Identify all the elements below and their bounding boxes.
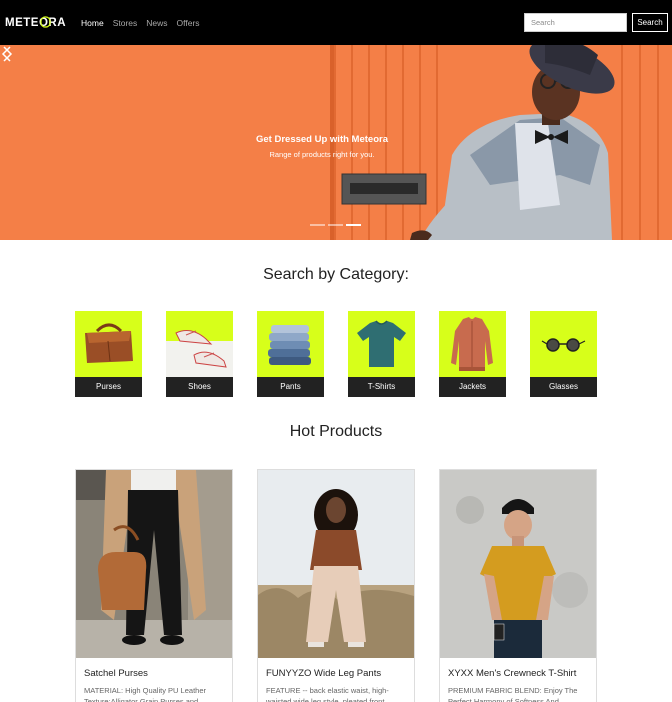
purses-image	[75, 311, 142, 377]
product-name: FUNYYZO Wide Leg Pants	[266, 668, 382, 679]
svg-text:METEORA: METEORA	[5, 17, 66, 29]
category-card-shoes[interactable]: Shoes	[166, 311, 233, 397]
hero-carousel: Get Dressed Up with Meteora Range of pro…	[0, 45, 672, 240]
carousel-indicator-3[interactable]	[346, 224, 361, 226]
shoes-image	[166, 311, 233, 377]
product-description: MATERIAL: High Quality PU Leather Textur…	[84, 686, 206, 702]
category-card-jackets[interactable]: Jackets	[439, 311, 506, 397]
product-image-satchel	[76, 470, 232, 658]
product-description: FEATURE -- back elastic waist, high-wais…	[266, 686, 389, 702]
category-label-shoes: Shoes	[166, 377, 233, 397]
product-card-satchel-purses[interactable]: Satchel Purses MATERIAL: High Quality PU…	[75, 469, 233, 702]
search-input[interactable]	[524, 13, 627, 32]
search-button[interactable]: Search	[632, 13, 668, 32]
pants-image	[257, 311, 324, 377]
nav-home[interactable]: Home	[81, 18, 104, 28]
category-card-tshirts[interactable]: T-Shirts	[348, 311, 415, 397]
product-card-crewneck-tshirt[interactable]: XYXX Men's Crewneck T-Shirt PREMIUM FABR…	[439, 469, 597, 702]
jackets-image	[439, 311, 506, 377]
category-card-purses[interactable]: Purses	[75, 311, 142, 397]
carousel-indicators	[310, 224, 361, 226]
hot-products-title: Hot Products	[289, 423, 383, 440]
product-card-wide-leg-pants[interactable]: FUNYYZO Wide Leg Pants FEATURE -- back e…	[257, 469, 415, 702]
tshirts-image	[348, 311, 415, 377]
nav-news[interactable]: News	[146, 18, 167, 28]
product-description: PREMIUM FABRIC BLEND: Enjoy The Perfect …	[448, 686, 578, 702]
category-label-pants: Pants	[257, 377, 324, 397]
nav-stores[interactable]: Stores	[113, 18, 138, 28]
category-label-purses: Purses	[75, 377, 142, 397]
brand-logo[interactable]: METEORA	[5, 14, 69, 30]
category-label-tshirts: T-Shirts	[348, 377, 415, 397]
category-card-pants[interactable]: Pants	[257, 311, 324, 397]
glasses-image	[530, 311, 597, 377]
nav-links: Home Stores News Offers	[81, 0, 200, 45]
category-label-glasses: Glasses	[530, 377, 597, 397]
navbar: METEORA Home Stores News Offers Search	[0, 0, 672, 45]
carousel-next-icon[interactable]	[0, 45, 14, 63]
carousel-indicator-1[interactable]	[310, 224, 325, 226]
category-card-glasses[interactable]: Glasses	[530, 311, 597, 397]
product-name: XYXX Men's Crewneck T-Shirt	[448, 668, 577, 679]
carousel-indicator-2[interactable]	[328, 224, 343, 226]
product-image-pants	[258, 470, 414, 658]
category-section-title: Search by Category:	[263, 266, 409, 283]
hero-title: Get Dressed Up with Meteora	[256, 134, 388, 145]
hero-subtitle: Range of products right for you.	[269, 150, 375, 159]
product-image-tshirt	[440, 470, 596, 658]
category-label-jackets: Jackets	[439, 377, 506, 397]
nav-offers[interactable]: Offers	[177, 18, 200, 28]
product-name: Satchel Purses	[84, 668, 148, 679]
